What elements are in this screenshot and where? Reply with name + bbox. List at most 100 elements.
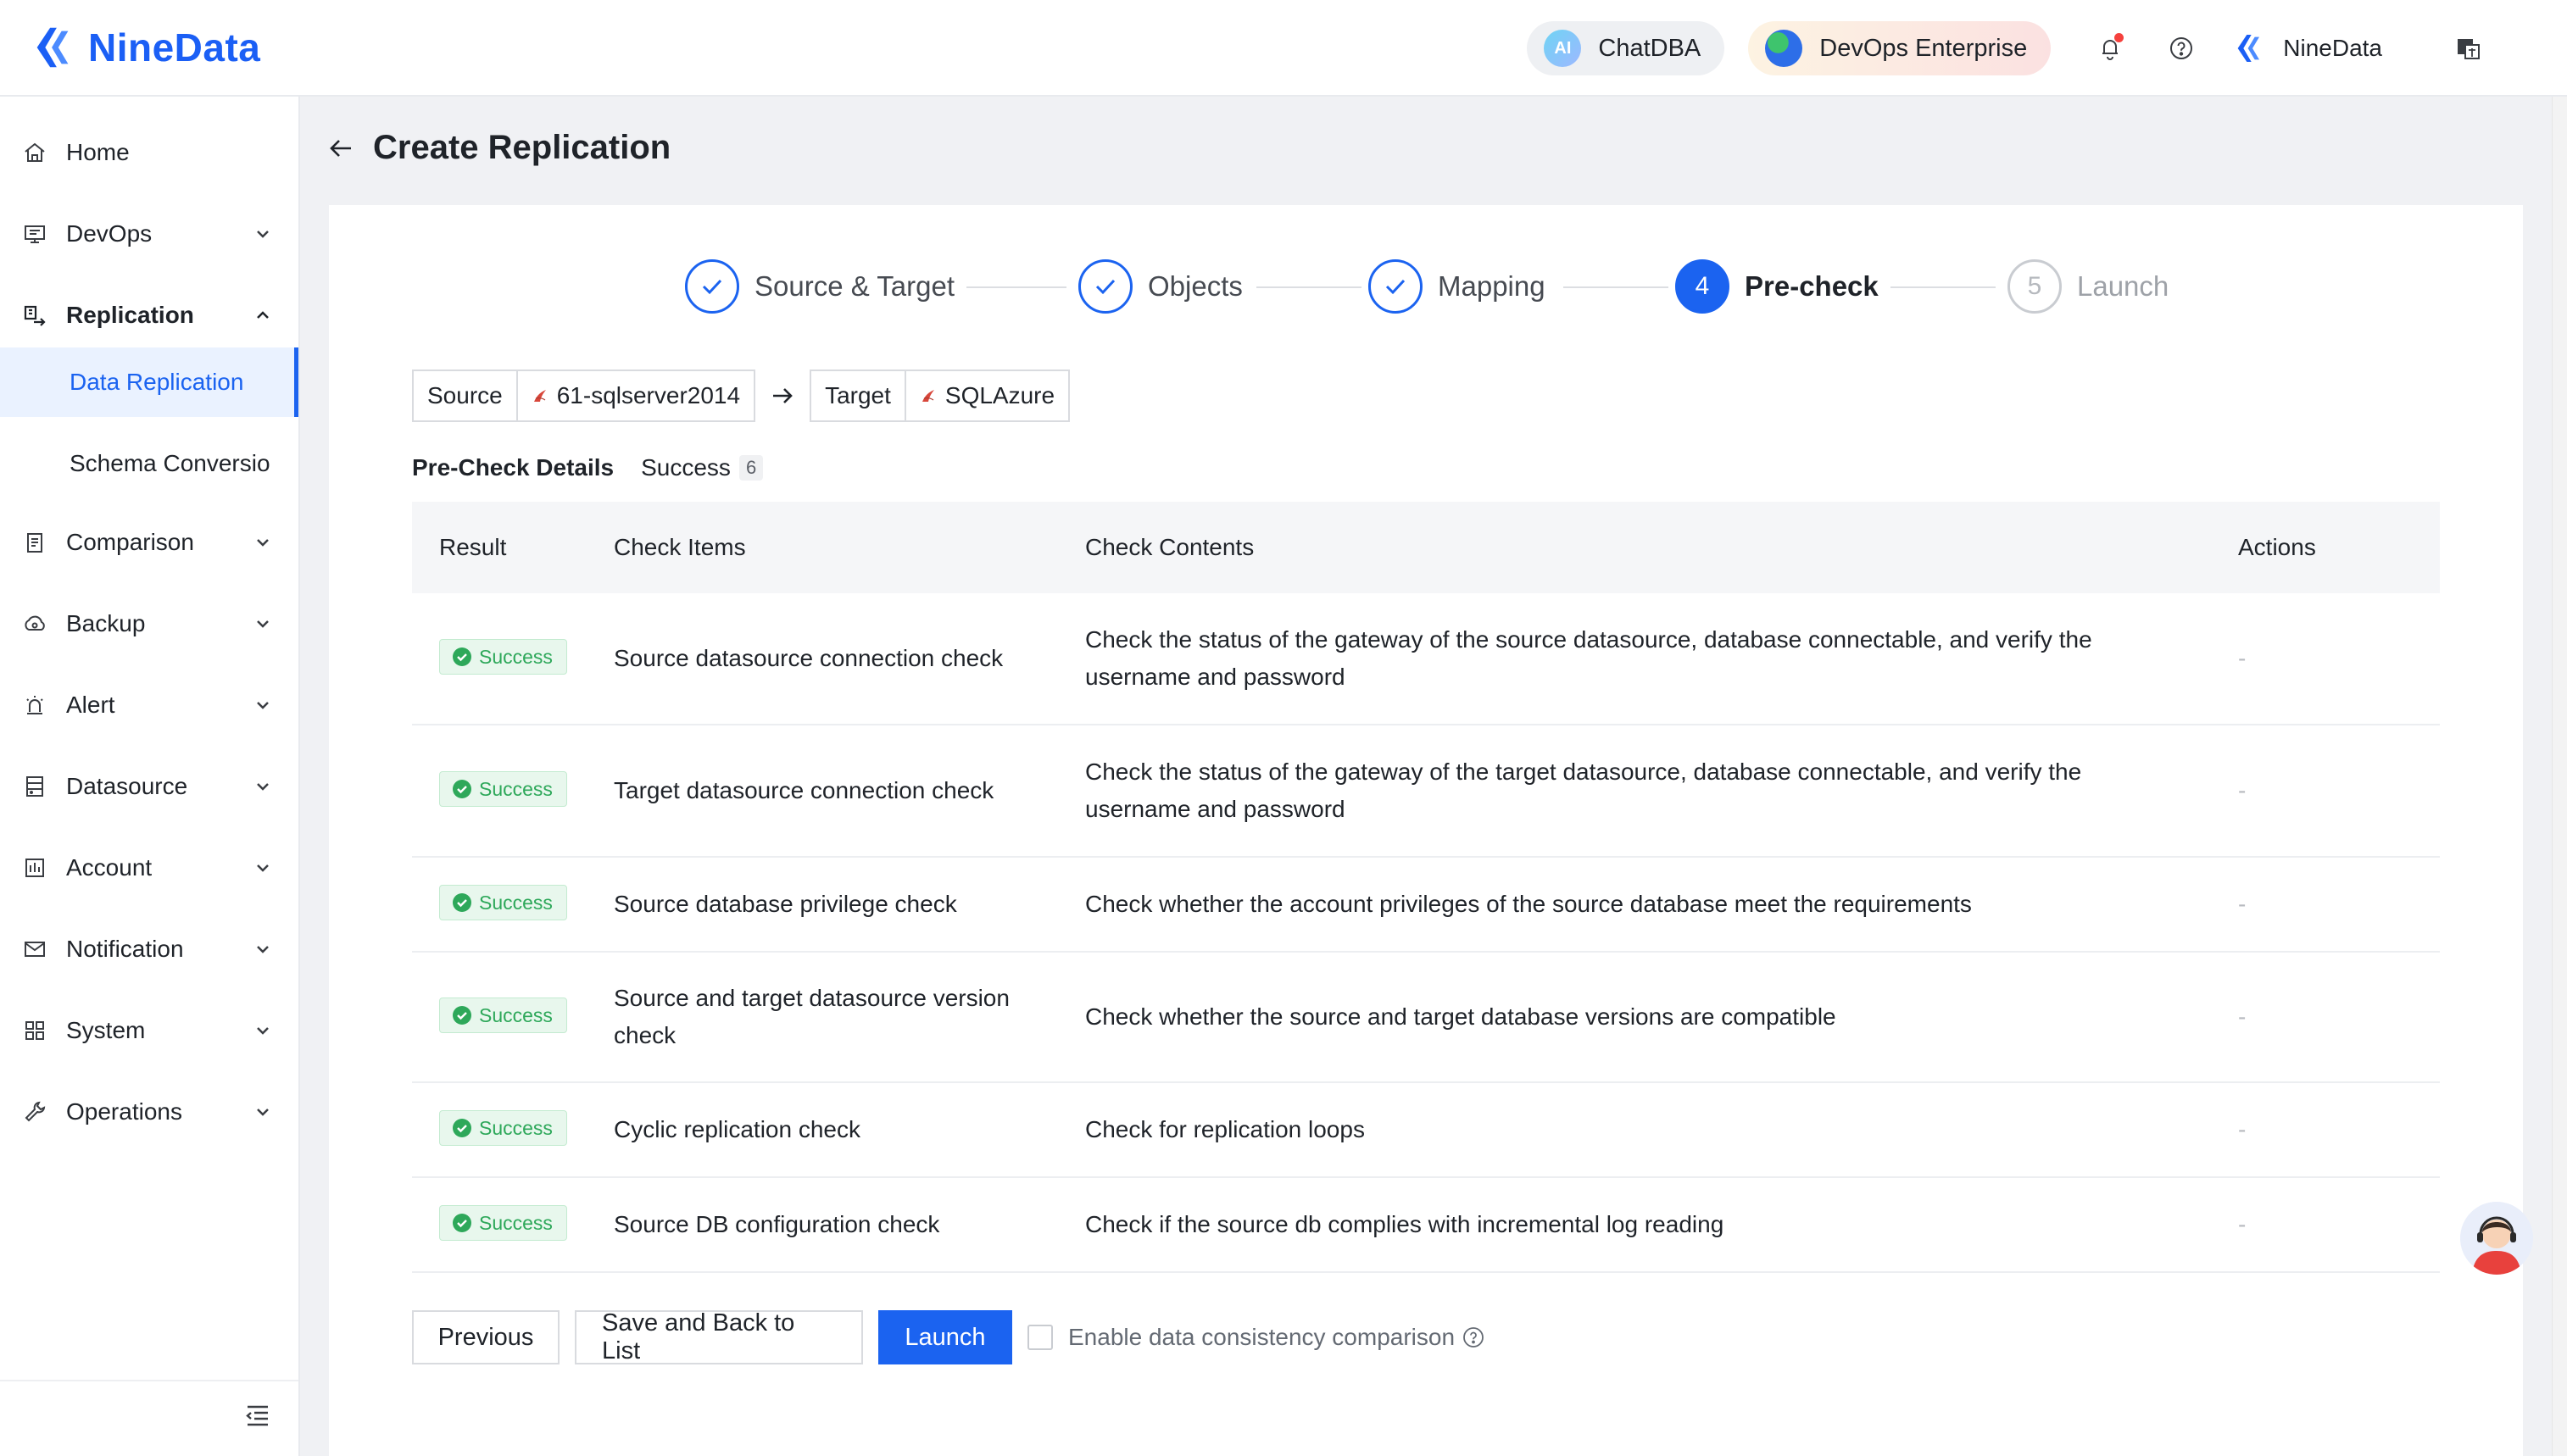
check-content: Check whether the source and target data… [1085, 1003, 1836, 1030]
col-header-result: Result [439, 534, 507, 560]
row-action: - [2238, 891, 2247, 917]
sqlazure-icon [922, 390, 934, 402]
consistency-comparison-label: Enable data consistency comparison [1068, 1324, 1456, 1350]
bell-icon[interactable] [2093, 31, 2127, 65]
user-menu[interactable]: NineData [2232, 31, 2382, 65]
col-header-actions: Actions [2238, 534, 2316, 560]
step-label: Mapping [1438, 270, 1545, 302]
chevron-down-icon [257, 539, 269, 547]
chevron-up-icon [257, 311, 269, 319]
precheck-count-badge: 6 [738, 455, 764, 481]
translate-icon[interactable] [2452, 31, 2486, 65]
comparison-icon [20, 528, 49, 557]
consistency-comparison-checkbox[interactable] [1027, 1325, 1053, 1350]
sidebar-item-comparison[interactable]: Comparison [0, 512, 298, 573]
sidebar-item-backup[interactable]: Backup [0, 593, 298, 654]
check-item: Source datasource connection check [614, 645, 1004, 671]
precheck-status: Success [641, 454, 731, 481]
system-icon [20, 1016, 49, 1045]
launch-button[interactable]: Launch [878, 1310, 1012, 1364]
step-mapping[interactable]: Mapping [1368, 259, 1545, 314]
table-row: Success Target datasource connection che… [412, 725, 2440, 858]
sidebar-subitem-data-replication[interactable]: Data Replication [0, 347, 298, 417]
back-arrow-icon[interactable] [326, 133, 356, 164]
globe-icon [1765, 30, 1803, 67]
check-item: Source DB configuration check [614, 1211, 940, 1237]
check-content: Check the status of the gateway of the s… [1085, 626, 2092, 690]
check-item: Target datasource connection check [614, 777, 994, 803]
chevron-down-icon [257, 864, 269, 872]
page-scrollbar[interactable] [2552, 97, 2567, 1456]
help-icon[interactable] [1462, 1325, 1485, 1349]
home-icon [20, 138, 49, 167]
check-circle-icon [453, 1119, 471, 1137]
sidebar-item-label: DevOps [66, 220, 153, 247]
backup-icon [20, 609, 49, 638]
sidebar-item-notification[interactable]: Notification [0, 919, 298, 980]
step-connector [1563, 286, 1668, 288]
step-label: Source & Target [755, 270, 955, 302]
step-objects[interactable]: Objects [1078, 259, 1243, 314]
devops-enterprise-label: DevOps Enterprise [1819, 34, 2028, 62]
step-done-check-icon [685, 259, 739, 314]
datasource-icon [20, 772, 49, 801]
table-row: Success Source and target datasource ver… [412, 953, 2440, 1083]
step-connector [1256, 286, 1361, 288]
col-header-check-contents: Check Contents [1085, 534, 1255, 560]
ninedata-user-icon [2237, 35, 2260, 62]
help-icon[interactable] [2164, 31, 2198, 65]
save-back-to-list-button[interactable]: Save and Back to List [575, 1309, 863, 1364]
ninedata-logo-icon [36, 27, 69, 68]
devops-enterprise-button[interactable]: DevOps Enterprise [1748, 21, 2052, 75]
table-row: Success Cyclic replication check Check f… [412, 1083, 2440, 1178]
check-circle-icon [453, 780, 471, 798]
sidebar-subitem-schema-conversion[interactable]: Schema Conversio [0, 429, 298, 498]
sidebar-item-label: Operations [66, 1098, 182, 1125]
chevron-down-icon [257, 620, 269, 628]
step-done-check-icon [1368, 259, 1423, 314]
chevron-down-icon [257, 1109, 269, 1116]
page-title: Create Replication [373, 129, 671, 166]
sidebar-item-label: Notification [66, 936, 184, 962]
check-circle-icon [453, 893, 471, 912]
previous-button[interactable]: Previous [412, 1310, 560, 1364]
chevron-down-icon [257, 946, 269, 953]
source-value: 61-sqlserver2014 [556, 382, 741, 408]
sidebar-item-alert[interactable]: Alert [0, 675, 298, 736]
target-chip: Target SQLAzure [810, 370, 1071, 422]
success-tag: Success [439, 771, 567, 807]
step-done-check-icon [1078, 259, 1133, 314]
customer-support-icon [2460, 1202, 2533, 1275]
step-source-target[interactable]: Source & Target [685, 259, 955, 314]
sidebar-item-home[interactable]: Home [0, 122, 298, 183]
check-content: Check whether the account privileges of … [1085, 891, 1972, 917]
devops-icon [20, 220, 49, 248]
success-tag: Success [439, 639, 567, 675]
source-label: Source [427, 382, 503, 408]
sidebar-item-label: Account [66, 854, 153, 881]
check-content: Check if the source db complies with inc… [1085, 1211, 1724, 1237]
step-number: 5 [2007, 259, 2062, 314]
check-item: Cyclic replication check [614, 1116, 860, 1142]
sidebar-item-replication[interactable]: Replication [0, 285, 298, 346]
sidebar-item-devops[interactable]: DevOps [0, 203, 298, 264]
collapse-sidebar-icon[interactable] [242, 1400, 273, 1431]
replication-icon [20, 301, 49, 330]
ninedata-logo[interactable]: NineData [29, 23, 260, 72]
sidebar-item-datasource[interactable]: Datasource [0, 756, 298, 817]
sidebar-item-operations[interactable]: Operations [0, 1081, 298, 1142]
sidebar: Home DevOps Replication Data Replication… [0, 97, 300, 1456]
row-action: - [2238, 1211, 2247, 1237]
sidebar-item-label: Replication [66, 302, 194, 328]
support-avatar[interactable] [2460, 1202, 2533, 1275]
chevron-down-icon [257, 1027, 269, 1035]
chatdba-button[interactable]: AI ChatDBA [1527, 21, 1725, 75]
col-header-check-items: Check Items [614, 534, 746, 560]
row-action: - [2238, 1116, 2247, 1142]
success-tag: Success [439, 885, 567, 920]
sidebar-item-account[interactable]: Account [0, 837, 298, 898]
precheck-table: Result Check Items Check Contents Action… [412, 502, 2440, 1273]
check-content: Check for replication loops [1085, 1116, 1365, 1142]
precheck-summary: Pre-Check Details Success 6 [412, 454, 764, 481]
sidebar-item-system[interactable]: System [0, 1000, 298, 1061]
